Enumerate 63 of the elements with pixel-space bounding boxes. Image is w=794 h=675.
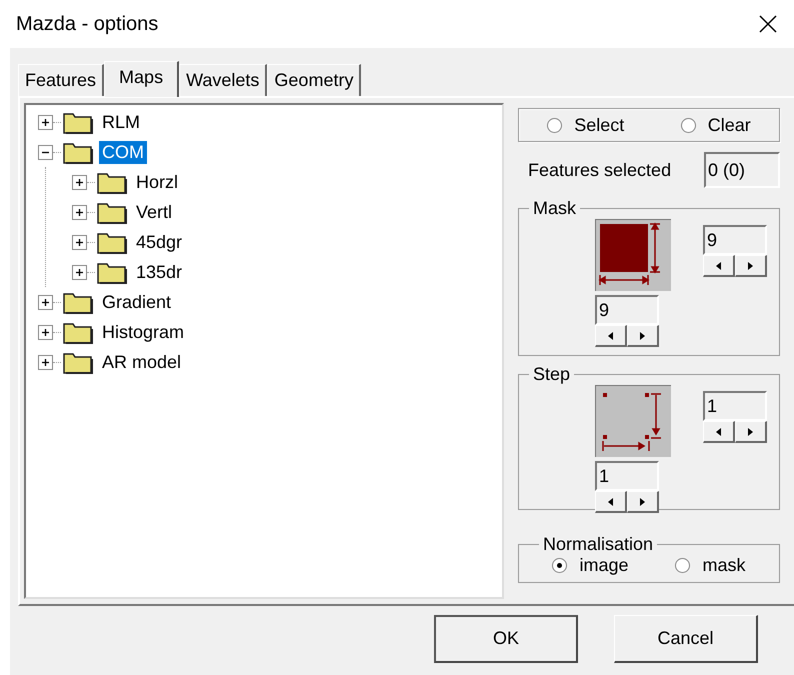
left-arrow-icon xyxy=(716,262,721,270)
left-arrow-icon xyxy=(608,498,613,506)
tree-item[interactable]: COM xyxy=(99,140,147,164)
plus-icon xyxy=(75,268,84,276)
expand-toggle[interactable] xyxy=(72,174,87,190)
number-field[interactable]: 1 xyxy=(703,391,767,421)
plus-icon xyxy=(41,118,50,126)
increment-button[interactable] xyxy=(735,255,767,277)
group-title: Mask xyxy=(532,198,578,219)
plus-icon xyxy=(41,298,50,306)
increment-button[interactable] xyxy=(735,421,767,443)
right-arrow-icon xyxy=(640,332,645,340)
tree-item[interactable]: Horzl xyxy=(133,170,182,194)
expand-toggle[interactable] xyxy=(38,354,53,370)
expand-toggle[interactable] xyxy=(38,294,53,310)
group-title: Step xyxy=(532,364,572,385)
radio-option[interactable]: image xyxy=(552,555,629,576)
radio-option[interactable]: mask xyxy=(675,555,746,576)
left-arrow-icon xyxy=(716,428,721,436)
number-field[interactable]: 9 xyxy=(595,295,659,325)
left-arrow-icon xyxy=(608,332,613,340)
count-field[interactable]: 0 (0) xyxy=(704,152,780,188)
decrement-button[interactable] xyxy=(703,255,735,277)
increment-button[interactable] xyxy=(627,491,659,513)
close-icon xyxy=(758,14,778,34)
tree-item[interactable]: 45dgr xyxy=(133,230,186,254)
number-field[interactable]: 9 xyxy=(703,225,767,255)
tree-item[interactable]: AR model xyxy=(99,350,184,374)
tree-item[interactable]: RLM xyxy=(99,110,144,134)
tab[interactable]: Geometry xyxy=(267,64,362,96)
group-title: Normalisation xyxy=(542,534,654,555)
tab[interactable]: Features xyxy=(18,64,104,96)
expand-toggle[interactable] xyxy=(38,144,53,160)
decrement-button[interactable] xyxy=(595,325,627,347)
tree-item[interactable]: Vertl xyxy=(133,200,176,224)
right-arrow-icon xyxy=(640,498,645,506)
tree-item[interactable]: 135dr xyxy=(133,260,186,284)
plus-icon xyxy=(75,208,84,216)
right-arrow-icon xyxy=(748,262,753,270)
field-label: Features selected xyxy=(528,160,672,180)
tab[interactable]: Maps xyxy=(104,61,180,97)
plus-icon xyxy=(75,178,84,186)
expand-toggle[interactable] xyxy=(72,234,87,250)
tree-item[interactable]: Histogram xyxy=(99,320,188,344)
decrement-button[interactable] xyxy=(703,421,735,443)
right-arrow-icon xyxy=(748,428,753,436)
decrement-button[interactable] xyxy=(595,491,627,513)
dialog-button[interactable]: Cancel xyxy=(614,614,758,662)
expand-toggle[interactable] xyxy=(72,204,87,220)
number-field[interactable]: 1 xyxy=(595,461,659,491)
radio-option[interactable]: Select xyxy=(547,114,624,136)
plus-icon xyxy=(75,238,84,246)
tab[interactable]: Wavelets xyxy=(179,64,268,96)
window-title: Mazda - options xyxy=(16,12,158,36)
increment-button[interactable] xyxy=(627,325,659,347)
expand-toggle[interactable] xyxy=(72,264,87,280)
plus-icon xyxy=(41,328,50,336)
tree-item[interactable]: Gradient xyxy=(99,290,174,314)
radio-option[interactable]: Clear xyxy=(680,114,751,136)
expand-toggle[interactable] xyxy=(38,114,53,130)
dialog-button[interactable]: OK xyxy=(434,614,578,662)
plus-icon xyxy=(41,358,50,366)
expand-toggle[interactable] xyxy=(38,324,53,340)
